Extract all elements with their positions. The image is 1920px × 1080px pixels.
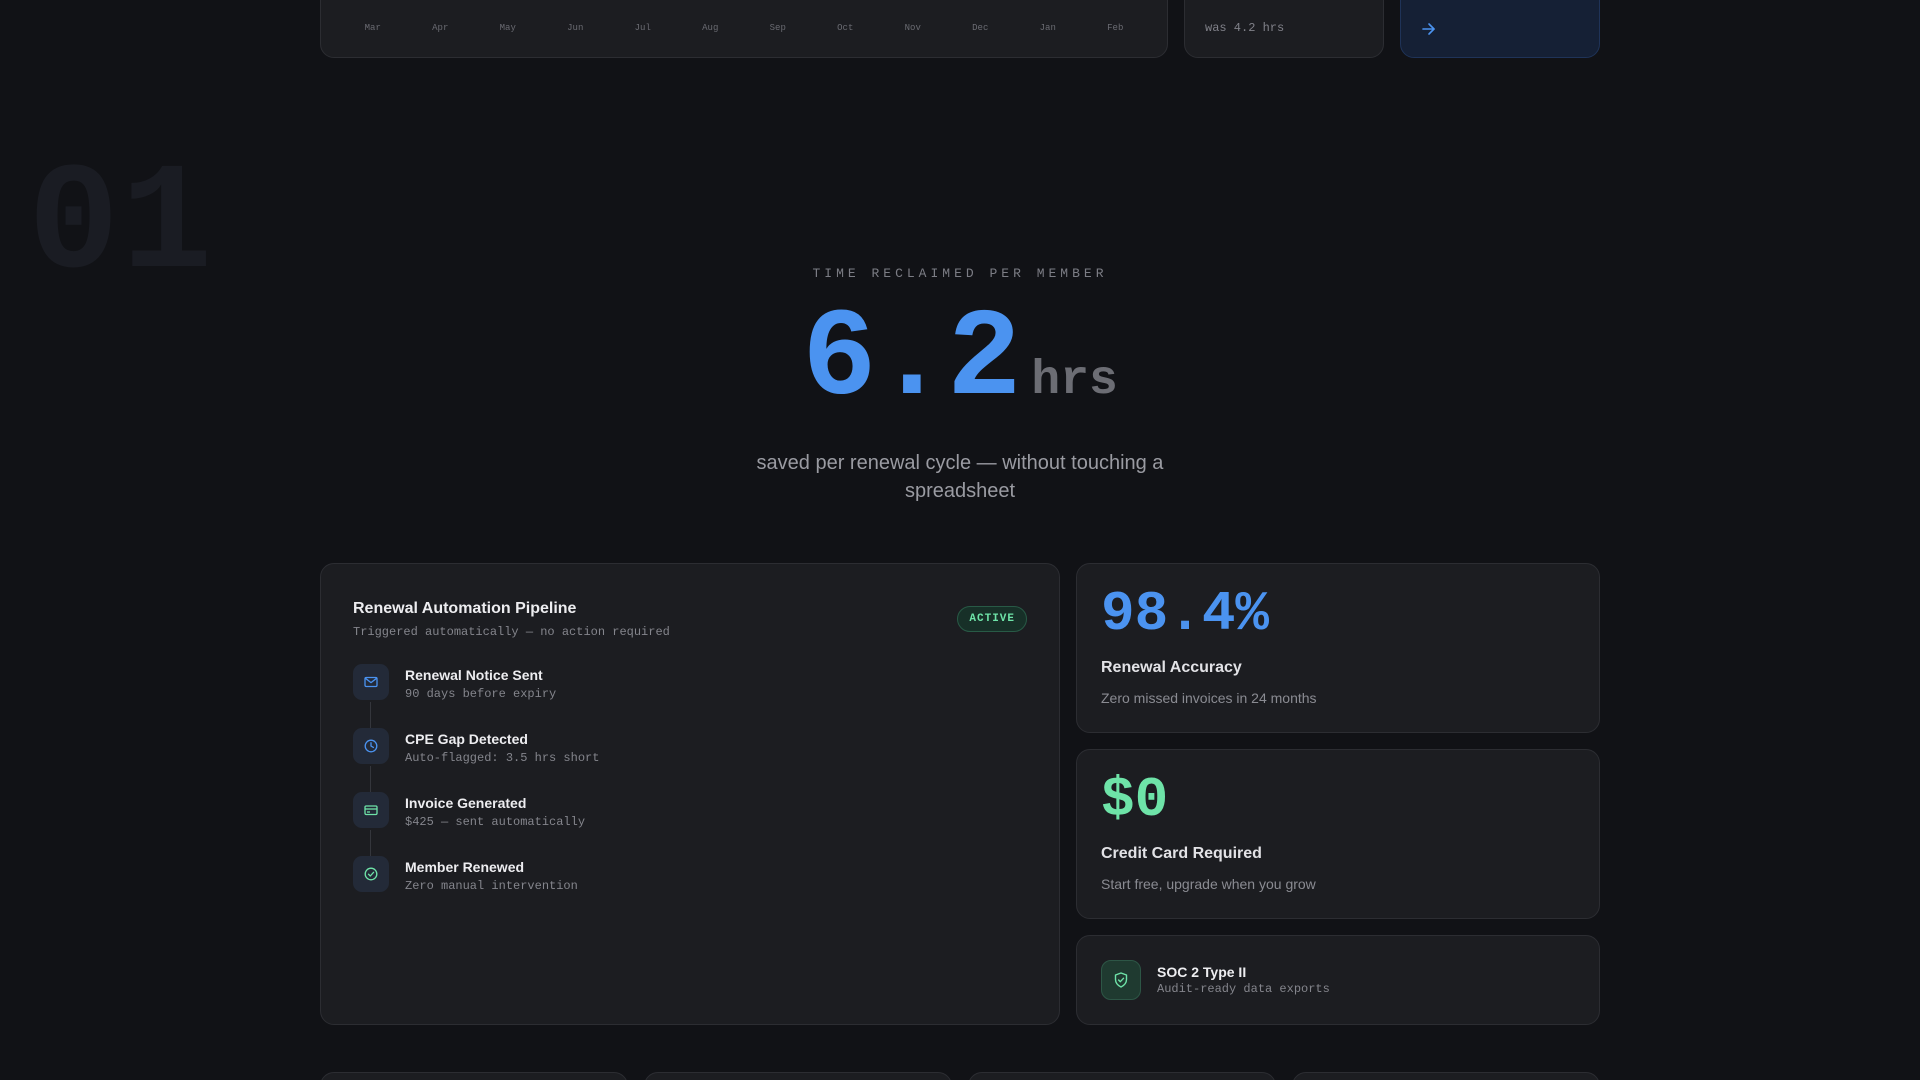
month-label: May: [499, 23, 516, 33]
step-title: CPE Gap Detected: [405, 731, 528, 747]
step-connector: [370, 766, 371, 792]
step-title: Invoice Generated: [405, 795, 527, 811]
month-label: Feb: [1107, 23, 1124, 33]
step-subtitle: $425 — sent automatically: [405, 815, 586, 829]
month-label: Apr: [432, 23, 449, 33]
month-label: Dec: [972, 23, 989, 33]
hero-unit: hrs: [1031, 354, 1118, 408]
month-label: Jul: [634, 23, 651, 33]
step-subtitle: 90 days before expiry: [405, 687, 557, 701]
bottom-card: [320, 1072, 628, 1080]
month-label: Jun: [567, 23, 584, 33]
month-axis: Mar Apr May Jun Jul Aug Sep Oct Nov Dec …: [321, 23, 1167, 33]
hero-value: 6.2: [802, 291, 1021, 431]
shield-check-icon: [1101, 960, 1141, 1000]
metric-description: Start free, upgrade when you grow: [1101, 876, 1316, 892]
month-label: Aug: [702, 23, 719, 33]
metric-value: $0: [1101, 768, 1169, 832]
month-label: Nov: [904, 23, 921, 33]
metric-value: 98.4%: [1101, 582, 1270, 646]
pipeline-subtitle: Triggered automatically — no action requ…: [353, 625, 670, 639]
step-subtitle: Zero manual intervention: [405, 879, 578, 893]
clock-icon: [353, 728, 389, 764]
month-label: Mar: [364, 23, 381, 33]
credit-card-icon: [353, 792, 389, 828]
check-circle-icon: [353, 856, 389, 892]
step-connector: [370, 702, 371, 728]
accuracy-metric-card: 98.4% Renewal Accuracy Zero missed invoi…: [1076, 563, 1600, 733]
hero-subtitle: saved per renewal cycle — without touchi…: [756, 452, 1164, 502]
month-label: Sep: [769, 23, 786, 33]
arrow-right-icon[interactable]: [1419, 19, 1439, 39]
pipeline-title: Renewal Automation Pipeline: [353, 600, 577, 617]
hero-stat: 6.2 hrs: [0, 299, 1920, 423]
bottom-card: [968, 1072, 1276, 1080]
previous-value-text: was 4.2 hrs: [1205, 21, 1285, 35]
step-title: Member Renewed: [405, 859, 525, 875]
compliance-subtitle: Audit-ready data exports: [1157, 982, 1330, 996]
month-label: Oct: [837, 23, 854, 33]
bottom-card: [1292, 1072, 1600, 1080]
compliance-card: SOC 2 Type II Audit-ready data exports: [1076, 935, 1600, 1025]
metric-description: Zero missed invoices in 24 months: [1101, 690, 1317, 706]
status-badge: ACTIVE: [957, 606, 1027, 632]
bottom-card: [644, 1072, 952, 1080]
hero-eyebrow: TIME RECLAIMED PER MEMBER: [812, 266, 1108, 281]
step-title: Renewal Notice Sent: [405, 667, 543, 683]
metric-label: Credit Card Required: [1101, 845, 1262, 862]
page: Mar Apr May Jun Jul Aug Sep Oct Nov Dec …: [0, 0, 1920, 1080]
pricing-metric-card: $0 Credit Card Required Start free, upgr…: [1076, 749, 1600, 919]
monthly-chart-card: Mar Apr May Jun Jul Aug Sep Oct Nov Dec …: [320, 0, 1168, 58]
hero-section: TIME RECLAIMED PER MEMBER 6.2 hrs saved …: [0, 266, 1920, 505]
mail-icon: [353, 664, 389, 700]
compliance-title: SOC 2 Type II: [1157, 964, 1247, 980]
previous-stat-card: was 4.2 hrs: [1184, 0, 1384, 58]
step-connector: [370, 830, 371, 856]
metric-label: Renewal Accuracy: [1101, 659, 1242, 676]
step-subtitle: Auto-flagged: 3.5 hrs short: [405, 751, 600, 765]
cta-card[interactable]: [1400, 0, 1600, 58]
month-label: Jan: [1039, 23, 1056, 33]
pipeline-card: Renewal Automation Pipeline Triggered au…: [320, 563, 1060, 1025]
